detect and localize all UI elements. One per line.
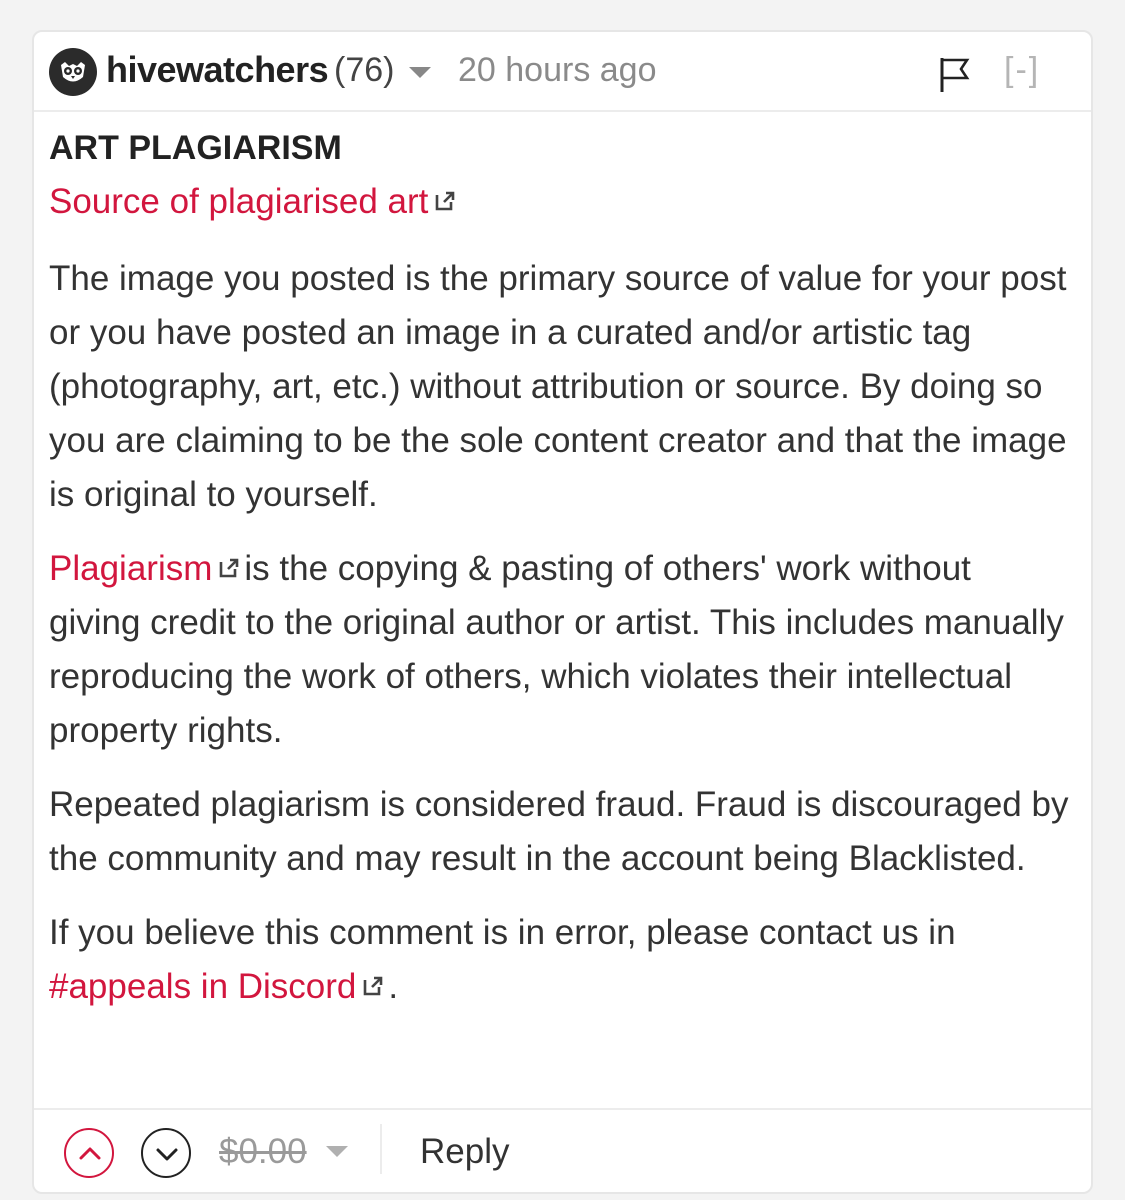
footer-divider — [380, 1124, 382, 1174]
comment-header: hivewatchers (76) 20 hours ago [-] — [34, 32, 1091, 112]
comment-body: ART PLAGIARISM Source of plagiarised art… — [49, 124, 1069, 1014]
flag-icon[interactable] — [934, 54, 974, 94]
collapse-button[interactable]: [-] — [1004, 51, 1040, 90]
paragraph-3: Repeated plagiarism is considered fraud.… — [49, 785, 1069, 878]
timestamp[interactable]: 20 hours ago — [458, 51, 657, 90]
paragraph-1: The image you posted is the primary sour… — [49, 259, 1067, 514]
reply-button[interactable]: Reply — [420, 1132, 509, 1172]
reputation-score: (76) — [334, 51, 395, 89]
external-link-icon — [436, 191, 455, 211]
upvote-button[interactable] — [64, 1128, 114, 1178]
discord-appeals-link[interactable]: #appeals in Discord — [49, 967, 356, 1006]
author-name[interactable]: hivewatchers — [106, 49, 329, 91]
owl-logo-icon — [61, 62, 85, 82]
paragraph-4: If you believe this comment is in error,… — [49, 906, 1069, 1014]
external-link-icon — [364, 976, 383, 996]
chevron-up-icon — [79, 1147, 101, 1160]
source-line: Source of plagiarised art — [49, 172, 1069, 232]
chevron-down-icon — [156, 1148, 178, 1161]
comment-footer: $0.00 Reply — [34, 1108, 1091, 1192]
avatar[interactable] — [49, 48, 97, 96]
source-link[interactable]: Source of plagiarised art — [49, 182, 428, 221]
comment-card: hivewatchers (76) 20 hours ago [-] ART P… — [32, 30, 1093, 1194]
paragraph-4-text: If you believe this comment is in error,… — [49, 913, 956, 952]
paragraph-4-end: . — [388, 967, 399, 1006]
paragraph-2: Plagiarism is the copying & pasting of o… — [49, 542, 1069, 758]
external-link-icon — [220, 558, 239, 578]
payout-value[interactable]: $0.00 — [219, 1132, 307, 1172]
plagiarism-link[interactable]: Plagiarism — [49, 549, 212, 588]
payout-caret-icon[interactable] — [326, 1146, 348, 1157]
author-menu-caret-icon[interactable] — [409, 67, 431, 78]
downvote-button[interactable] — [141, 1128, 191, 1178]
comment-title: ART PLAGIARISM — [49, 129, 342, 167]
